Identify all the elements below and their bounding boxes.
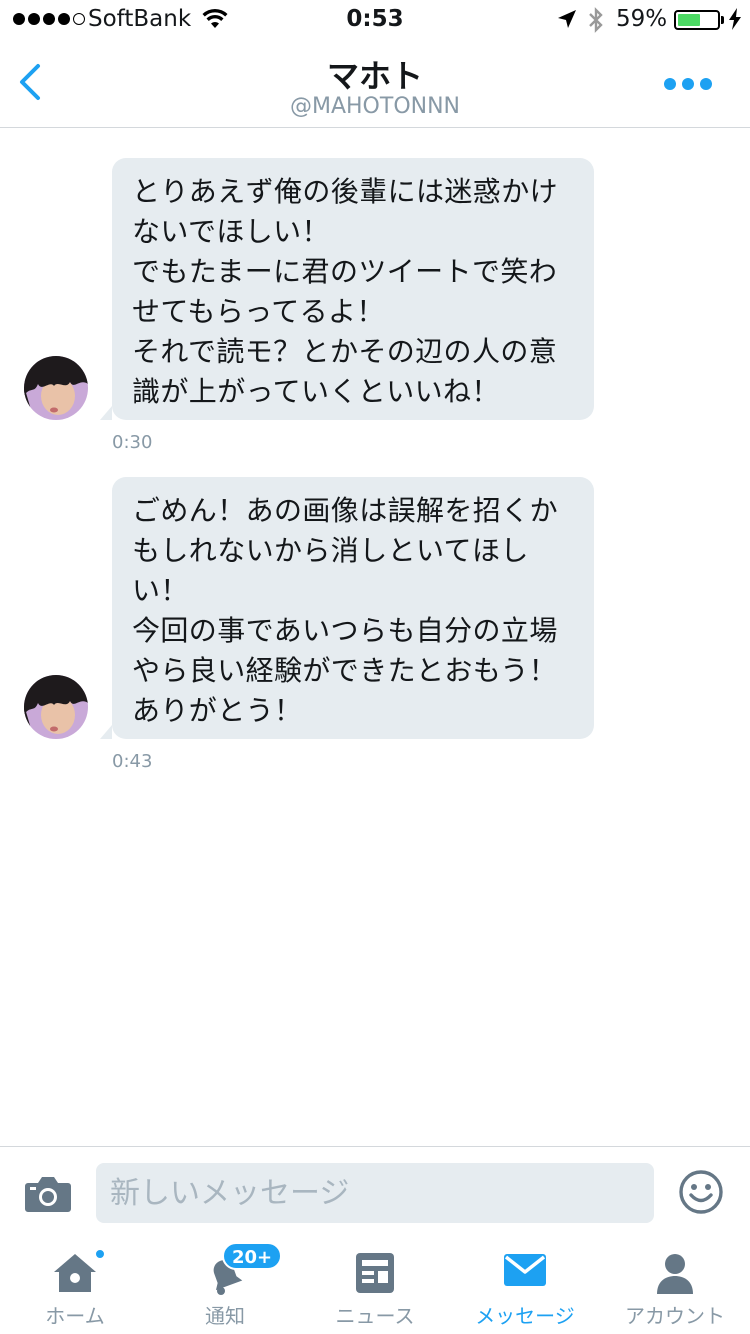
battery-percentage: 59% <box>616 6 668 32</box>
tab-home[interactable]: ホーム <box>0 1238 150 1334</box>
notification-count-badge: 20+ <box>222 1242 283 1270</box>
tab-label: アカウント <box>625 1304 725 1328</box>
smiley-icon <box>679 1170 723 1214</box>
conversation-header: マホト @MAHOTONNN <box>0 40 750 128</box>
avatar[interactable] <box>24 356 88 420</box>
message-bubble[interactable]: とりあえず俺の後輩には迷惑かけないでほしい！ でもたまーに君のツイートで笑わせて… <box>112 158 594 420</box>
message-text: それで読モ？とかその辺の人の意識が上がっていくといいね！ <box>132 335 558 408</box>
message-text: 今回の事であいつらも自分の立場やら良い経験ができたとおもう！ありがとう！ <box>132 614 558 727</box>
bubble-tail <box>100 725 112 739</box>
emoji-button[interactable] <box>678 1169 724 1219</box>
tab-bar: ホーム 20+ 通知 ニュース メッセージ アカウント <box>0 1238 750 1334</box>
more-options-button[interactable] <box>664 78 712 90</box>
camera-button[interactable] <box>24 1175 72 1217</box>
bluetooth-icon <box>587 6 605 40</box>
tab-news[interactable]: ニュース <box>300 1238 450 1334</box>
conversation-name: マホト <box>326 57 423 95</box>
bubble-tail <box>100 406 112 420</box>
tab-label: メッセージ <box>475 1304 575 1328</box>
news-icon <box>355 1252 395 1298</box>
home-unread-dot <box>94 1248 106 1260</box>
battery-cap <box>721 16 724 24</box>
tab-messages[interactable]: メッセージ <box>450 1238 600 1334</box>
more-dots-icon <box>664 78 676 90</box>
tab-notifications[interactable]: 20+ 通知 <box>150 1238 300 1334</box>
charging-bolt-icon <box>728 8 742 36</box>
tab-label: ニュース <box>335 1304 415 1328</box>
message-timestamp: 0:43 <box>112 751 153 772</box>
message-text: でもたまーに君のツイートで笑わせてもらってるよ！ <box>132 255 558 328</box>
person-icon <box>655 1252 695 1300</box>
message-timestamp: 0:30 <box>112 432 153 453</box>
compose-bar <box>0 1146 750 1238</box>
message-bubble[interactable]: ごめん！あの画像は誤解を招くかもしれないから消しといてほしい！ 今回の事であいつ… <box>112 477 594 739</box>
home-icon <box>50 1252 100 1298</box>
location-arrow-icon <box>557 9 577 35</box>
message-text: ごめん！あの画像は誤解を招くかもしれないから消しといてほしい！ <box>132 494 559 607</box>
envelope-icon <box>503 1252 547 1292</box>
camera-icon <box>25 1177 71 1212</box>
battery-icon <box>674 10 720 30</box>
tab-account[interactable]: アカウント <box>600 1238 750 1334</box>
avatar[interactable] <box>24 675 88 739</box>
battery-fill <box>678 14 700 26</box>
conversation-handle: @MAHOTONNN <box>289 94 461 119</box>
tab-label: ホーム <box>45 1304 105 1328</box>
tab-label: 通知 <box>205 1304 245 1328</box>
message-text: とりあえず俺の後輩には迷惑かけないでほしい！ <box>132 175 559 248</box>
message-input[interactable] <box>96 1163 654 1223</box>
status-bar: SoftBank 0:53 59% <box>0 0 750 40</box>
